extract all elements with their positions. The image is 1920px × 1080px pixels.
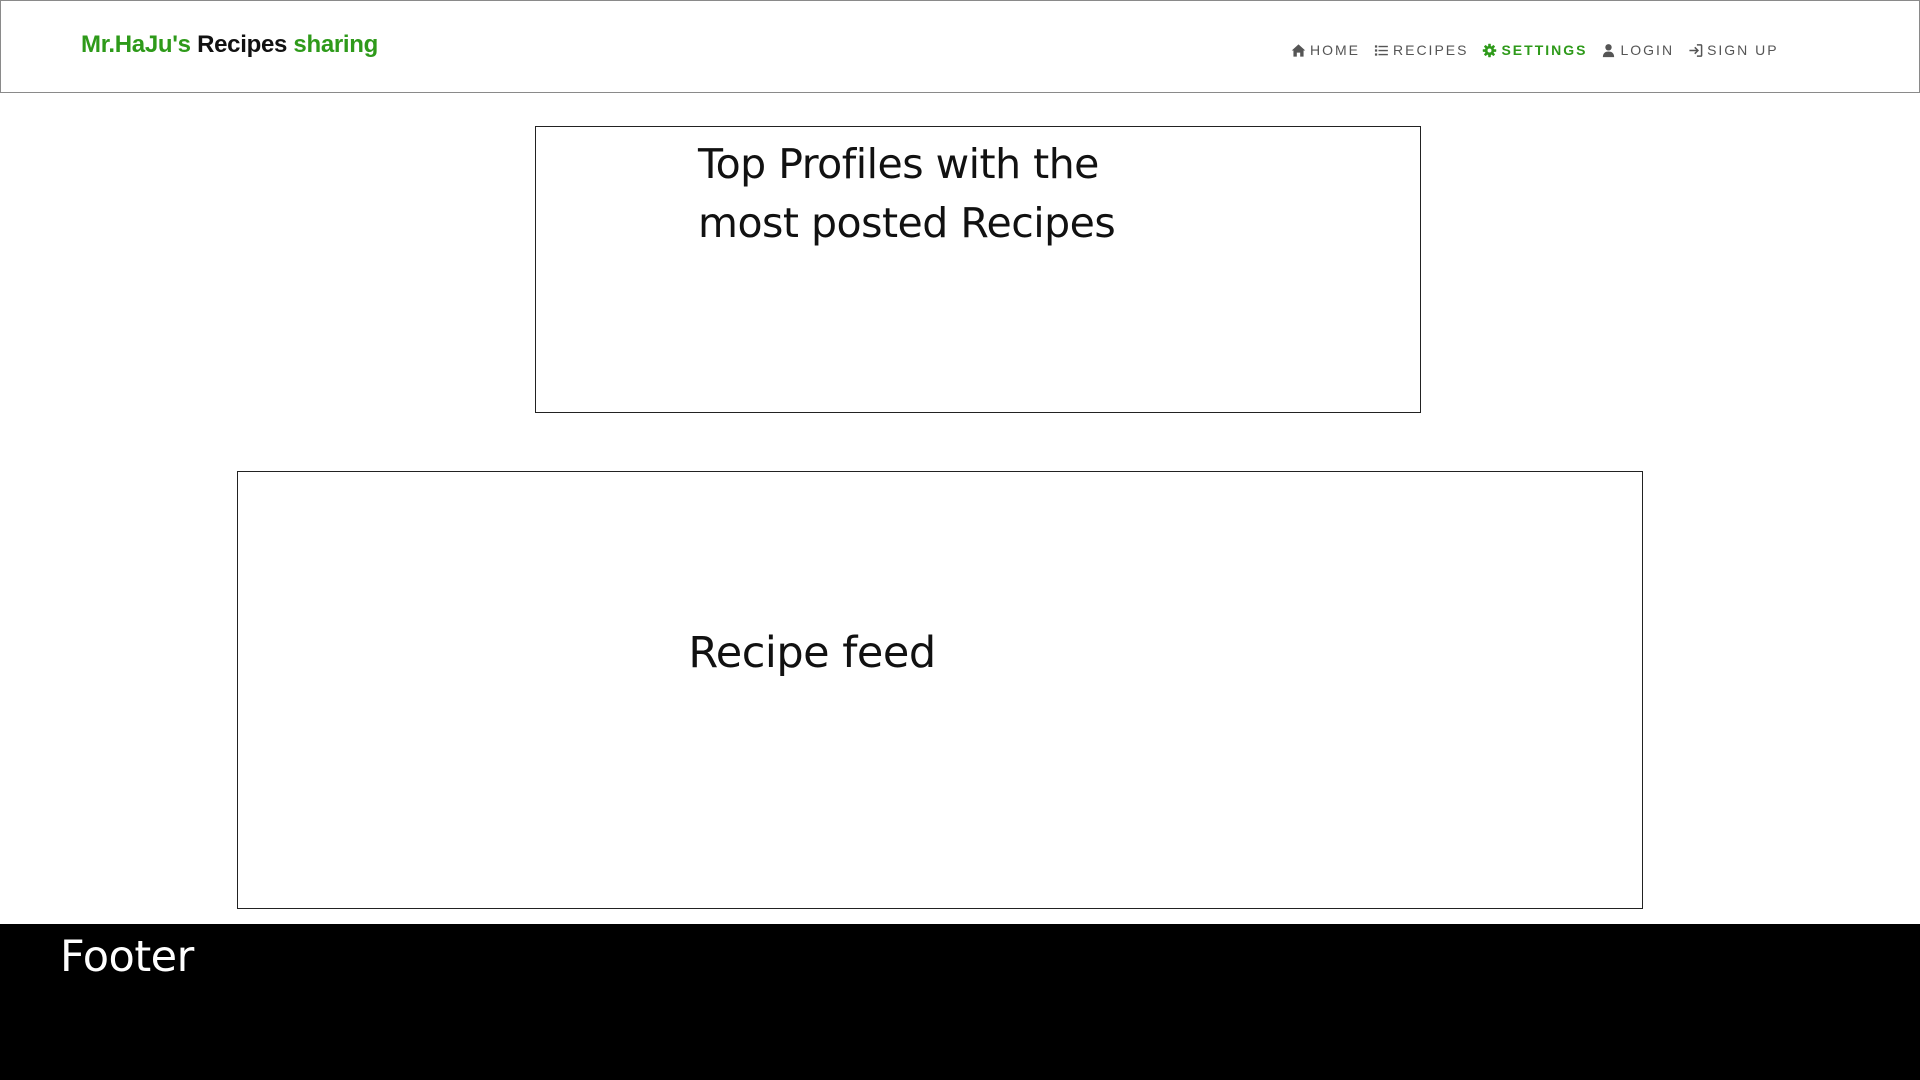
- recipe-feed-title: Recipe feed: [688, 628, 936, 678]
- brand-part-2: Recipes: [197, 31, 288, 58]
- nav-label-sign-up: SIGN UP: [1707, 42, 1779, 58]
- gear-icon: [1482, 43, 1497, 58]
- nav-label-home: HOME: [1310, 42, 1360, 58]
- nav-label-settings: SETTINGS: [1501, 42, 1588, 58]
- nav-item-home[interactable]: HOME: [1291, 42, 1360, 58]
- navbar: Mr.HaJu's Recipes sharing HOME RECIPES S…: [0, 0, 1920, 93]
- footer-label: Footer: [60, 932, 194, 982]
- home-icon: [1291, 43, 1306, 58]
- brand-logo[interactable]: Mr.HaJu's Recipes sharing: [81, 31, 378, 59]
- top-profiles-panel: Top Profiles with the most posted Recipe…: [535, 126, 1421, 413]
- main-nav: HOME RECIPES SETTINGS LOGIN SIGN UP: [1291, 42, 1779, 58]
- nav-label-login: LOGIN: [1620, 42, 1675, 58]
- page: Mr.HaJu's Recipes sharing HOME RECIPES S…: [0, 0, 1920, 1080]
- brand-part-3: sharing: [293, 31, 379, 58]
- top-profiles-title: Top Profiles with the most posted Recipe…: [698, 140, 1116, 247]
- user-icon: [1601, 43, 1616, 58]
- sign-in-icon: [1688, 43, 1703, 58]
- nav-item-settings[interactable]: SETTINGS: [1482, 42, 1587, 58]
- nav-item-recipes[interactable]: RECIPES: [1374, 42, 1468, 58]
- nav-item-sign-up[interactable]: SIGN UP: [1688, 42, 1779, 58]
- list-icon: [1374, 43, 1389, 58]
- footer: Footer: [0, 924, 1920, 1080]
- brand-part-1: Mr.HaJu's: [81, 31, 191, 58]
- nav-item-login[interactable]: LOGIN: [1601, 42, 1674, 58]
- recipe-feed-panel: Recipe feed: [237, 471, 1643, 909]
- nav-label-recipes: RECIPES: [1393, 42, 1469, 58]
